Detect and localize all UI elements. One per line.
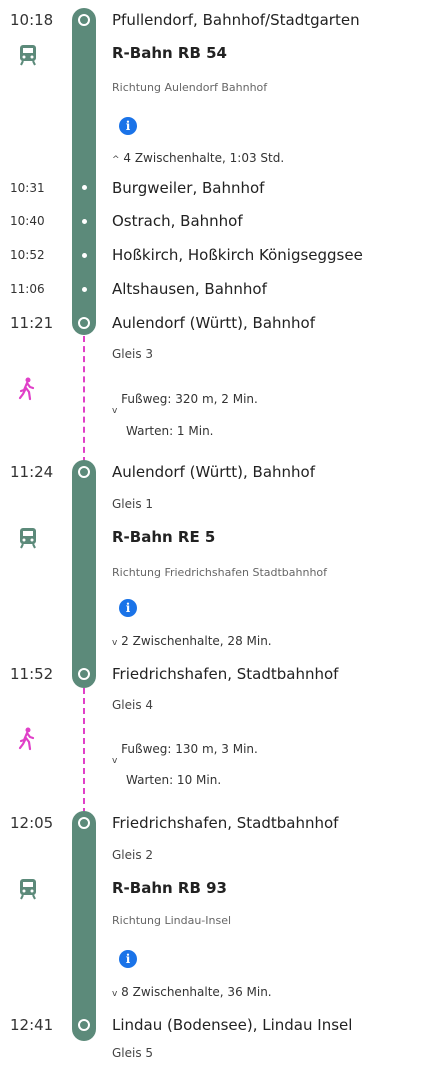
train-direction: Richtung Friedrichshafen Stadtbahnhof — [112, 566, 328, 579]
arrival-time: 12:41 — [10, 1016, 54, 1034]
stop-name[interactable]: Hoßkirch, Hoßkirch Königseggsee — [112, 246, 363, 264]
chevron-down-icon: v — [112, 406, 118, 416]
arrival-platform: Gleis 5 — [112, 1046, 154, 1060]
walk-toggle[interactable]: v Fußweg: 130 m, 3 Min. — [112, 742, 258, 766]
stop-name[interactable]: Altshausen, Bahnhof — [112, 280, 267, 298]
stop-marker — [78, 817, 90, 829]
stop-marker — [78, 317, 90, 329]
stop-name[interactable]: Burgweiler, Bahnhof — [112, 179, 264, 197]
stop-time: 10:31 — [10, 181, 45, 195]
intermediate-stops-label: 4 Zwischenhalte, 1:03 Std. — [123, 151, 285, 165]
stop-time: 10:40 — [10, 214, 45, 228]
train-icon — [20, 879, 36, 900]
walk-icon — [18, 377, 35, 401]
walk-icon — [18, 727, 35, 751]
walk-duration: Fußweg: 320 m, 2 Min. — [121, 392, 258, 406]
train-line-name[interactable]: R-Bahn RB 54 — [112, 44, 227, 62]
chevron-down-icon: v — [112, 989, 118, 999]
departure-platform: Gleis 2 — [112, 848, 154, 862]
stop-marker — [78, 14, 90, 26]
departure-time: 12:05 — [10, 814, 54, 832]
train-direction: Richtung Lindau-Insel — [112, 914, 232, 927]
wait-duration: Warten: 10 Min. — [126, 773, 222, 787]
stop-dot — [81, 287, 87, 292]
intermediate-stops-label: 8 Zwischenhalte, 36 Min. — [121, 985, 272, 999]
walk-duration: Fußweg: 130 m, 3 Min. — [121, 742, 258, 756]
arrival-stop[interactable]: Friedrichshafen, Stadtbahnhof — [112, 665, 338, 683]
stop-time: 11:06 — [10, 282, 45, 296]
wait-duration: Warten: 1 Min. — [126, 424, 214, 438]
train-direction: Richtung Aulendorf Bahnhof — [112, 81, 268, 94]
leg-1-line — [72, 8, 96, 335]
stop-dot — [81, 253, 87, 258]
arrival-platform: Gleis 4 — [112, 698, 154, 712]
chevron-down-icon: v — [112, 638, 118, 648]
departure-time: 11:24 — [10, 463, 54, 481]
info-icon[interactable]: i — [119, 950, 137, 968]
stop-dot — [81, 185, 87, 190]
departure-stop[interactable]: Pfullendorf, Bahnhof/Stadtgarten — [112, 11, 360, 29]
departure-time: 10:18 — [10, 11, 54, 29]
stop-dot — [81, 219, 87, 224]
intermediate-stops-toggle[interactable]: ^ 4 Zwischenhalte, 1:03 Std. — [112, 151, 284, 165]
chevron-down-icon: v — [112, 756, 118, 766]
stop-name[interactable]: Ostrach, Bahnhof — [112, 212, 243, 230]
train-icon — [20, 45, 36, 66]
arrival-platform: Gleis 3 — [112, 347, 154, 361]
intermediate-stops-label: 2 Zwischenhalte, 28 Min. — [121, 634, 272, 648]
walk-connector — [83, 336, 85, 463]
arrival-time: 11:21 — [10, 314, 54, 332]
walk-toggle[interactable]: v Fußweg: 320 m, 2 Min. — [112, 392, 258, 416]
chevron-up-icon: ^ — [112, 155, 120, 165]
train-line-name[interactable]: R-Bahn RE 5 — [112, 528, 215, 546]
departure-platform: Gleis 1 — [112, 497, 154, 511]
intermediate-stops-toggle[interactable]: v 2 Zwischenhalte, 28 Min. — [112, 634, 272, 648]
departure-stop[interactable]: Aulendorf (Württ), Bahnhof — [112, 463, 315, 481]
info-icon[interactable]: i — [119, 599, 137, 617]
arrival-stop[interactable]: Aulendorf (Württ), Bahnhof — [112, 314, 315, 332]
walk-connector — [83, 688, 85, 814]
departure-stop[interactable]: Friedrichshafen, Stadtbahnhof — [112, 814, 338, 832]
stop-marker — [78, 668, 90, 680]
arrival-stop[interactable]: Lindau (Bodensee), Lindau Insel — [112, 1016, 352, 1034]
stop-time: 10:52 — [10, 248, 45, 262]
train-icon — [20, 528, 36, 549]
arrival-time: 11:52 — [10, 665, 54, 683]
train-line-name[interactable]: R-Bahn RB 93 — [112, 879, 227, 897]
leg-3-line — [72, 811, 96, 1041]
intermediate-stops-toggle[interactable]: v 8 Zwischenhalte, 36 Min. — [112, 985, 272, 999]
leg-2-line — [72, 460, 96, 688]
stop-marker — [78, 1019, 90, 1031]
stop-marker — [78, 466, 90, 478]
info-icon[interactable]: i — [119, 117, 137, 135]
